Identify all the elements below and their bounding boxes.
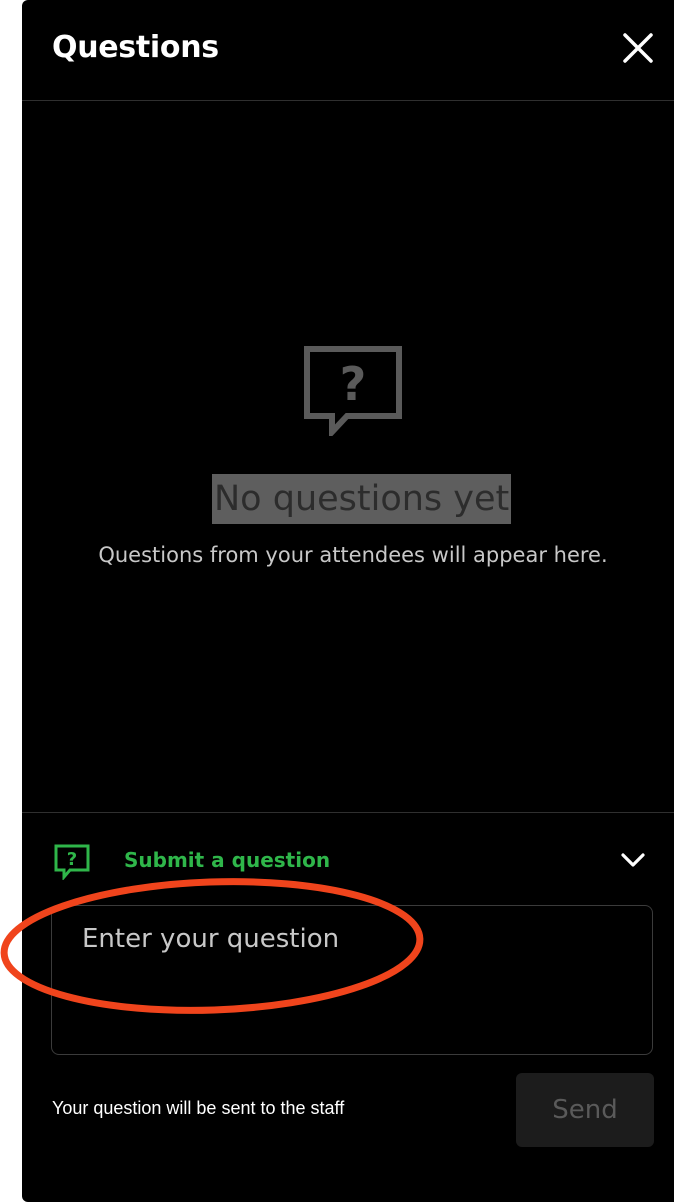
question-bubble-icon: ?	[302, 344, 404, 440]
close-icon	[623, 33, 653, 63]
submit-note: Your question will be sent to the staff	[52, 1098, 345, 1118]
submit-question-label: Submit a question	[124, 848, 331, 872]
send-button[interactable]: Send	[516, 1073, 654, 1147]
close-button[interactable]	[620, 30, 656, 66]
empty-state-subtitle: Questions from your attendees will appea…	[98, 543, 608, 567]
questions-panel: Questions ? No questions yet Questions f…	[22, 0, 674, 1202]
svg-text:?: ?	[340, 357, 367, 411]
empty-state-title: No questions yet	[212, 474, 512, 524]
question-input[interactable]	[51, 905, 653, 1055]
page-title: Questions	[52, 30, 219, 65]
submit-question-toggle[interactable]: ? Submit a question	[22, 836, 674, 884]
chevron-down-icon[interactable]	[618, 850, 648, 870]
section-divider	[22, 812, 674, 813]
question-bubble-icon: ?	[54, 844, 90, 882]
svg-text:?: ?	[67, 849, 77, 870]
panel-header: Questions	[22, 0, 674, 101]
